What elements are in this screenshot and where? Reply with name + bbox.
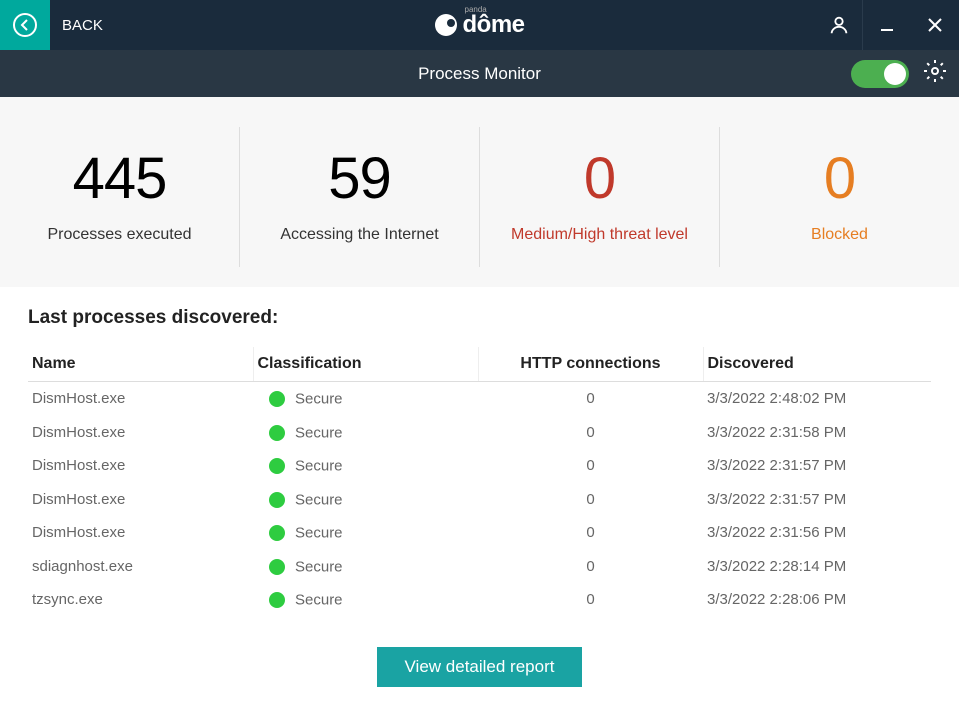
stat-label: Medium/High threat level (511, 226, 688, 244)
user-account-button[interactable] (815, 0, 863, 50)
close-button[interactable] (911, 0, 959, 50)
settings-button[interactable] (923, 59, 947, 88)
table-row[interactable]: DismHost.exe Secure 03/3/2022 2:31:57 PM (28, 449, 931, 483)
process-discovered: 3/3/2022 2:31:58 PM (703, 416, 931, 450)
column-header-name[interactable]: Name (28, 347, 253, 382)
table-row[interactable]: DismHost.exe Secure 03/3/2022 2:31:58 PM (28, 416, 931, 450)
secure-status-icon (269, 525, 285, 541)
content-area: Last processes discovered: Name Classifi… (0, 287, 959, 697)
logo-text: dôme (462, 11, 524, 39)
process-name: DismHost.exe (28, 382, 253, 416)
table-row[interactable]: DismHost.exe Secure 03/3/2022 2:48:02 PM (28, 382, 931, 416)
back-label[interactable]: BACK (62, 17, 103, 34)
process-discovered: 3/3/2022 2:28:14 PM (703, 550, 931, 584)
secure-status-icon (269, 492, 285, 508)
stat-number: 0 (584, 150, 615, 208)
secure-status-icon (269, 458, 285, 474)
column-header-classification[interactable]: Classification (253, 347, 478, 382)
process-http-connections: 0 (478, 550, 703, 584)
process-name: DismHost.exe (28, 483, 253, 517)
classification-text: Secure (295, 491, 343, 508)
stat-label: Processes executed (47, 226, 191, 244)
stat-number: 445 (73, 150, 167, 208)
stat-card: 0 Medium/High threat level (480, 127, 720, 267)
table-row[interactable]: sdiagnhost.exe Secure 03/3/2022 2:28:14 PM (28, 550, 931, 584)
logo-icon (434, 14, 456, 36)
process-http-connections: 0 (478, 382, 703, 416)
process-discovered: 3/3/2022 2:28:06 PM (703, 583, 931, 617)
process-http-connections: 0 (478, 583, 703, 617)
process-discovered: 3/3/2022 2:31:56 PM (703, 516, 931, 550)
process-name: DismHost.exe (28, 416, 253, 450)
stat-label: Accessing the Internet (280, 226, 438, 244)
stat-label: Blocked (811, 226, 868, 244)
process-name: tzsync.exe (28, 583, 253, 617)
back-arrow-icon (12, 12, 38, 38)
classification-text: Secure (295, 424, 343, 441)
logo: panda dôme (434, 11, 524, 39)
process-table: Name Classification HTTP connections Dis… (28, 347, 931, 617)
logo-brand: panda (464, 5, 486, 14)
page-title: Process Monitor (418, 64, 541, 84)
secure-status-icon (269, 391, 285, 407)
process-http-connections: 0 (478, 483, 703, 517)
process-classification: Secure (253, 416, 478, 450)
monitor-toggle[interactable] (851, 60, 909, 88)
stat-card: 0 Blocked (720, 127, 959, 267)
secure-status-icon (269, 592, 285, 608)
stat-card: 59 Accessing the Internet (240, 127, 480, 267)
close-icon (928, 18, 942, 32)
table-row[interactable]: tzsync.exe Secure 03/3/2022 2:28:06 PM (28, 583, 931, 617)
process-name: DismHost.exe (28, 516, 253, 550)
stat-number: 59 (328, 150, 391, 208)
column-header-discovered[interactable]: Discovered (703, 347, 931, 382)
process-classification: Secure (253, 550, 478, 584)
process-classification: Secure (253, 516, 478, 550)
section-title: Last processes discovered: (28, 307, 931, 329)
process-name: sdiagnhost.exe (28, 550, 253, 584)
process-classification: Secure (253, 449, 478, 483)
window-controls (815, 0, 959, 50)
process-discovered: 3/3/2022 2:48:02 PM (703, 382, 931, 416)
view-detailed-report-button[interactable]: View detailed report (377, 647, 583, 687)
classification-text: Secure (295, 525, 343, 542)
process-discovered: 3/3/2022 2:31:57 PM (703, 483, 931, 517)
process-classification: Secure (253, 483, 478, 517)
classification-text: Secure (295, 592, 343, 609)
minimize-icon (880, 18, 894, 32)
classification-text: Secure (295, 391, 343, 408)
process-http-connections: 0 (478, 449, 703, 483)
secure-status-icon (269, 559, 285, 575)
subheader: Process Monitor (0, 50, 959, 97)
minimize-button[interactable] (863, 0, 911, 50)
gear-icon (923, 59, 947, 83)
classification-text: Secure (295, 458, 343, 475)
user-icon (828, 14, 850, 36)
process-name: DismHost.exe (28, 449, 253, 483)
stat-card: 445 Processes executed (0, 127, 240, 267)
stat-number: 0 (824, 150, 855, 208)
process-classification: Secure (253, 382, 478, 416)
process-http-connections: 0 (478, 416, 703, 450)
secure-status-icon (269, 425, 285, 441)
process-discovered: 3/3/2022 2:31:57 PM (703, 449, 931, 483)
stats-panel: 445 Processes executed 59 Accessing the Int… (0, 97, 959, 287)
process-http-connections: 0 (478, 516, 703, 550)
back-button[interactable] (0, 0, 50, 50)
process-classification: Secure (253, 583, 478, 617)
titlebar: BACK panda dôme (0, 0, 959, 50)
column-header-http[interactable]: HTTP connections (478, 347, 703, 382)
table-row[interactable]: DismHost.exe Secure 03/3/2022 2:31:57 PM (28, 483, 931, 517)
classification-text: Secure (295, 558, 343, 575)
table-row[interactable]: DismHost.exe Secure 03/3/2022 2:31:56 PM (28, 516, 931, 550)
